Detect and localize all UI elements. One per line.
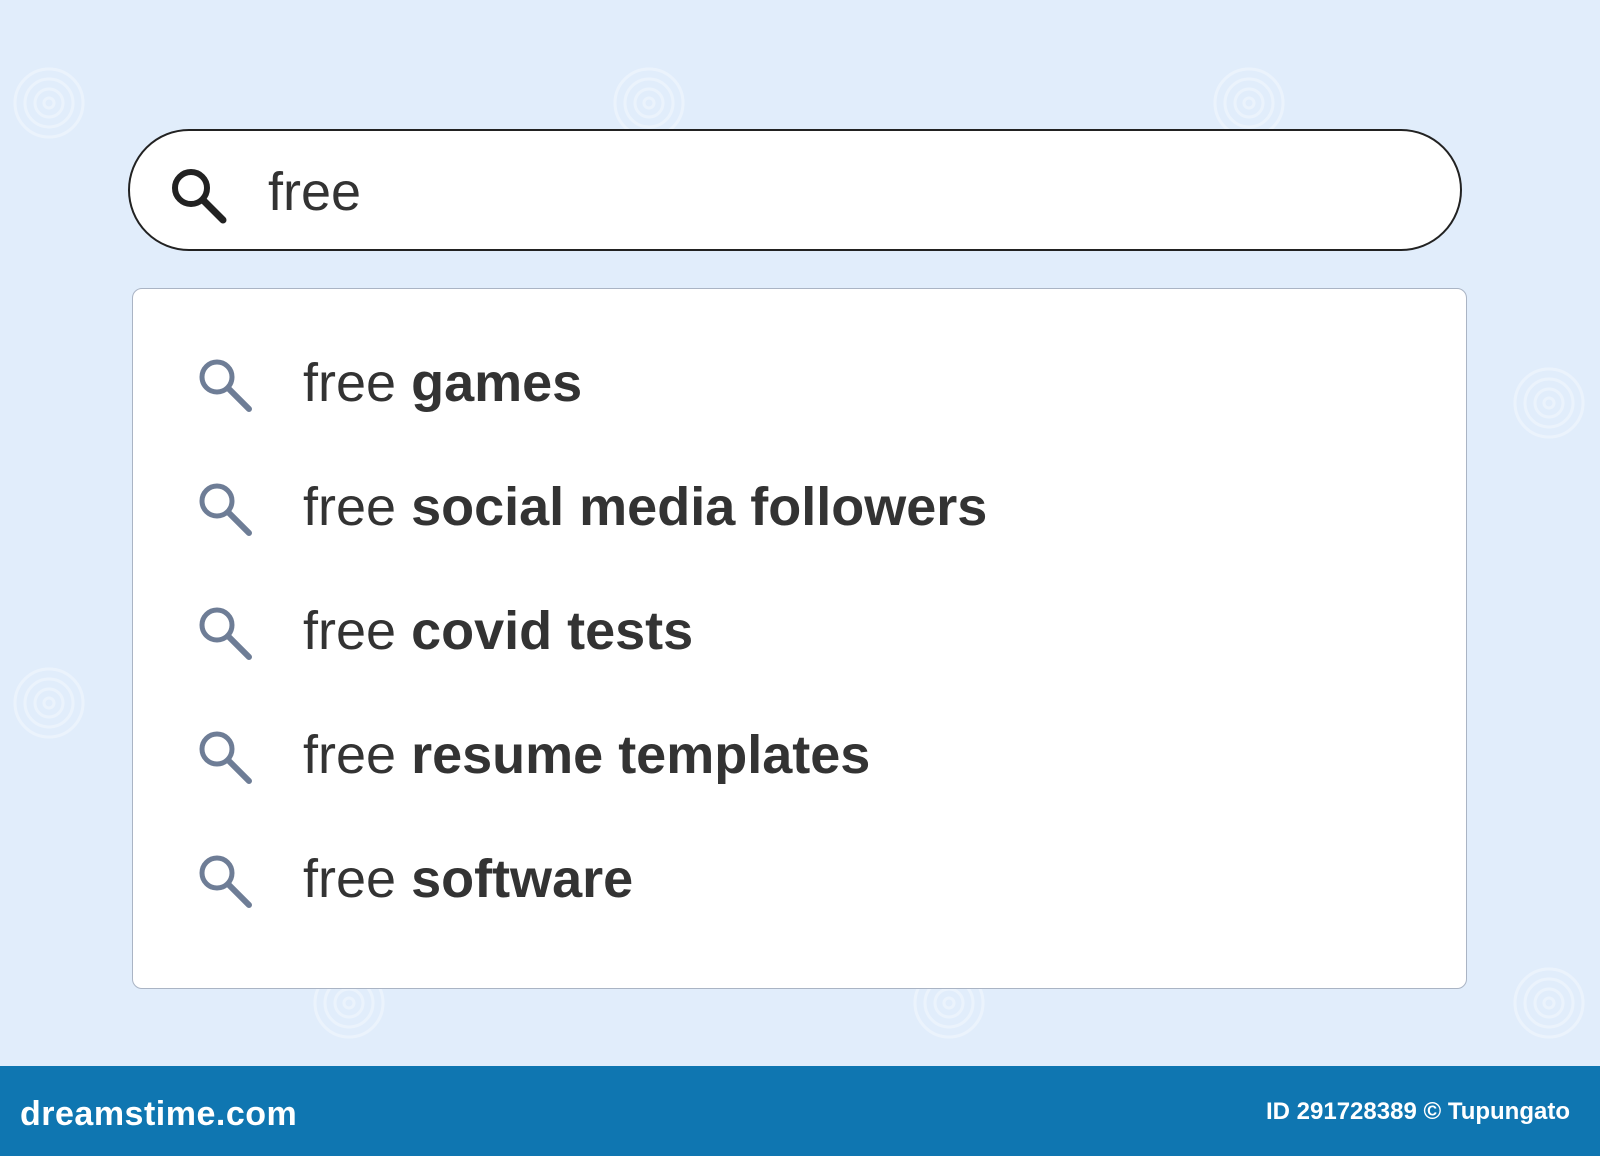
search-icon — [199, 855, 252, 908]
suggestion-item[interactable]: free games — [195, 343, 1395, 423]
search-bar[interactable]: free — [128, 129, 1462, 251]
suggestion-item[interactable]: free resume templates — [195, 715, 1395, 795]
suggestion-prefix: free — [303, 477, 397, 537]
search-icon — [199, 731, 252, 784]
watermark-swirl-icon — [13, 67, 85, 139]
suggestion-completion: social media followers — [411, 477, 988, 537]
brand-logo: dreamstime.com — [20, 1095, 298, 1133]
suggestion-prefix: free — [303, 353, 397, 413]
footer-bar: dreamstime.com ID 291728389 © Tupungato — [0, 1066, 1600, 1156]
search-icon[interactable] — [168, 165, 230, 227]
suggestion-text: free games — [303, 345, 582, 421]
search-input[interactable]: free — [268, 157, 361, 227]
suggestion-text: free covid tests — [303, 593, 693, 669]
watermark-swirl-icon — [13, 667, 85, 739]
suggestion-completion: games — [411, 353, 583, 413]
suggestion-prefix: free — [303, 601, 397, 661]
suggestion-prefix: free — [303, 725, 397, 785]
suggestion-item[interactable]: free software — [195, 839, 1395, 919]
suggestion-completion: resume templates — [411, 725, 871, 785]
search-icon — [199, 483, 252, 536]
watermark-swirl-icon — [1513, 367, 1585, 439]
search-icon — [199, 607, 252, 660]
image-credit: ID 291728389 © Tupungato — [1266, 1098, 1570, 1125]
suggestion-item[interactable]: free social media followers — [195, 467, 1395, 547]
suggestion-completion: covid tests — [411, 601, 694, 661]
suggestion-completion: software — [411, 849, 634, 909]
suggestions-dropdown: free games free social media followers f… — [132, 288, 1467, 989]
suggestion-text: free software — [303, 841, 633, 917]
suggestion-item[interactable]: free covid tests — [195, 591, 1395, 671]
suggestion-prefix: free — [303, 849, 397, 909]
suggestion-text: free resume templates — [303, 717, 870, 793]
search-icon — [199, 359, 252, 412]
suggestion-text: free social media followers — [303, 469, 987, 545]
watermark-swirl-icon — [1513, 967, 1585, 1039]
